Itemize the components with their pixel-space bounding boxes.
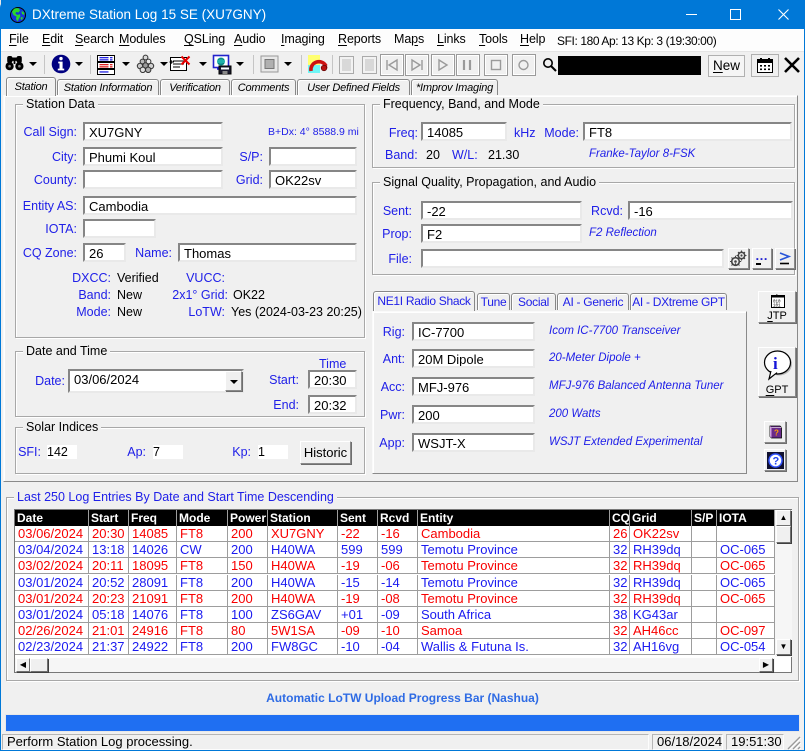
svg-text:i: i	[773, 354, 778, 373]
svg-text:?: ?	[774, 429, 779, 438]
svg-text:101: 101	[773, 305, 781, 309]
svg-text:?: ?	[773, 456, 780, 468]
